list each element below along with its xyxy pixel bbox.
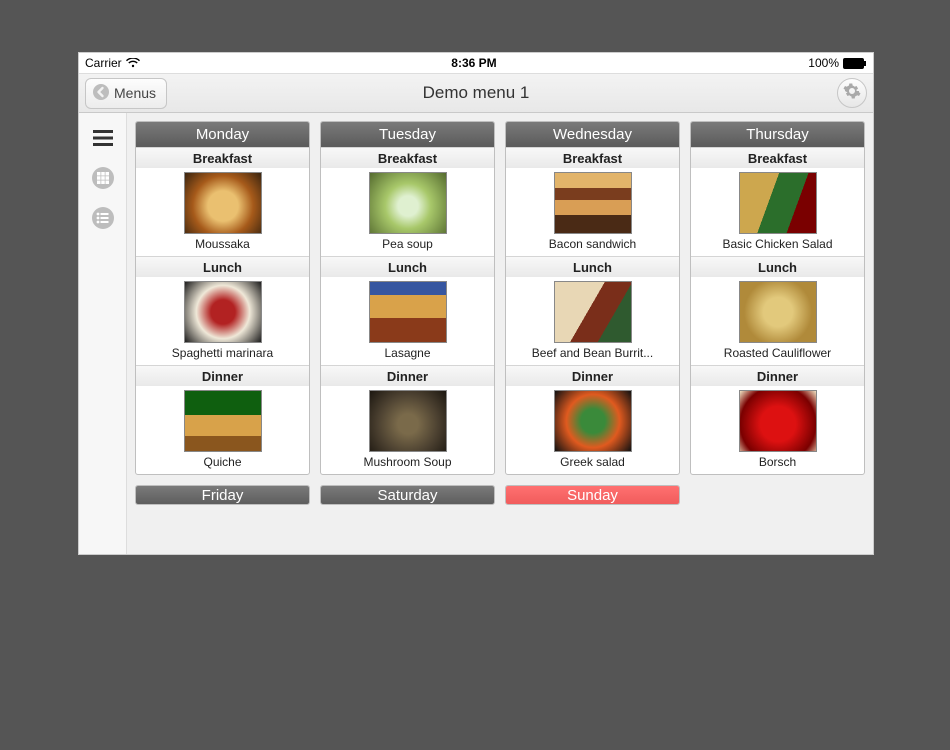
day-header: Friday [136,486,309,505]
day-header: Wednesday [506,122,679,147]
meal-block[interactable]: Dinner Mushroom Soup [321,365,494,474]
meal-name-label: Mushroom Soup [321,454,494,474]
meal-block[interactable]: Lunch Beef and Bean Burrit... [506,256,679,365]
meal-name-label: Pea soup [321,236,494,256]
meal-name-label: Roasted Cauliflower [691,345,864,365]
meal-image [739,390,817,452]
meal-slot-label: Lunch [691,257,864,277]
meal-block[interactable]: Dinner Greek salad [506,365,679,474]
meal-image [554,172,632,234]
meal-image [184,172,262,234]
day-card-tuesday[interactable]: TuesdayBreakfast Pea soupLunch LasagneDinn… [320,121,495,475]
page-title: Demo menu 1 [423,83,530,103]
meal-name-label: Basic Chicken Salad [691,236,864,256]
day-header: Thursday [691,122,864,147]
meal-image [739,281,817,343]
menu-area[interactable]: MondayBreakfastMoussakaLunchSpaghetti ma… [127,113,873,554]
gear-icon [843,82,861,105]
day-grid-next: Friday Saturday Sunday [135,485,865,505]
nav-bar: Menus Demo menu 1 [79,73,873,113]
back-button[interactable]: Menus [85,78,167,109]
meal-slot-label: Dinner [136,366,309,386]
content-row: MondayBreakfastMoussakaLunchSpaghetti ma… [79,113,873,554]
day-card-wednesday[interactable]: WednesdayBreakfast Bacon sandwichLunch Bee… [505,121,680,475]
meal-block[interactable]: Dinner Quiche [136,365,309,474]
meal-slot-label: Dinner [506,366,679,386]
meal-block[interactable]: Breakfast Bacon sandwich [506,147,679,256]
meal-image [369,281,447,343]
back-button-label: Menus [114,85,156,101]
meal-name-label: Borsch [691,454,864,474]
meal-block[interactable]: Dinner Borsch [691,365,864,474]
meal-image [369,172,447,234]
meal-image [184,390,262,452]
side-rail [79,113,127,554]
meal-image [369,390,447,452]
meal-name-label: Spaghetti marinara [136,345,309,365]
meal-slot-label: Lunch [506,257,679,277]
grid-icon[interactable] [90,165,116,191]
meal-image [554,390,632,452]
meal-block[interactable]: Breakfast Pea soup [321,147,494,256]
meal-name-label: Beef and Bean Burrit... [506,345,679,365]
meal-slot-label: Dinner [321,366,494,386]
meal-name-label: Lasagne [321,345,494,365]
meal-slot-label: Breakfast [506,148,679,168]
back-arrow-icon [92,83,110,104]
meal-name-label: Quiche [136,454,309,474]
meal-block[interactable]: Breakfast Moussaka [136,147,309,256]
meal-slot-label: Breakfast [691,148,864,168]
meal-image [739,172,817,234]
day-header: Saturday [321,486,494,505]
battery-icon [843,58,867,69]
meal-block[interactable]: Lunch Spaghetti marinara [136,256,309,365]
settings-button[interactable] [837,78,867,108]
wifi-icon [126,58,140,68]
device-frame: Carrier 8:36 PM 100% Menus Demo menu 1 [78,52,874,555]
meal-slot-label: Breakfast [321,148,494,168]
day-grid: MondayBreakfastMoussakaLunchSpaghetti ma… [135,121,865,475]
meal-image [184,281,262,343]
meal-slot-label: Dinner [691,366,864,386]
day-header: Sunday [506,486,679,505]
day-card-friday[interactable]: Friday [135,485,310,505]
day-card-saturday[interactable]: Saturday [320,485,495,505]
menu-icon[interactable] [90,125,116,151]
meal-slot-label: Lunch [136,257,309,277]
carrier-label: Carrier [85,56,122,70]
meal-slot-label: Lunch [321,257,494,277]
day-card-sunday[interactable]: Sunday [505,485,680,505]
status-time: 8:36 PM [140,56,809,70]
battery-percent: 100% [808,56,839,70]
list-icon[interactable] [90,205,116,231]
day-header: Tuesday [321,122,494,147]
meal-image [554,281,632,343]
day-card-thursday[interactable]: ThursdayBreakfast Basic Chicken SaladLunc… [690,121,865,475]
status-bar: Carrier 8:36 PM 100% [79,53,873,73]
day-card-monday[interactable]: MondayBreakfast MoussakaLunch Spaghetti ma… [135,121,310,475]
meal-block[interactable]: Lunch Roasted Cauliflower [691,256,864,365]
meal-block[interactable]: Lunch Lasagne [321,256,494,365]
meal-name-label: Moussaka [136,236,309,256]
meal-block[interactable]: Breakfast Basic Chicken Salad [691,147,864,256]
meal-name-label: Greek salad [506,454,679,474]
day-header: Monday [136,122,309,147]
meal-slot-label: Breakfast [136,148,309,168]
meal-name-label: Bacon sandwich [506,236,679,256]
